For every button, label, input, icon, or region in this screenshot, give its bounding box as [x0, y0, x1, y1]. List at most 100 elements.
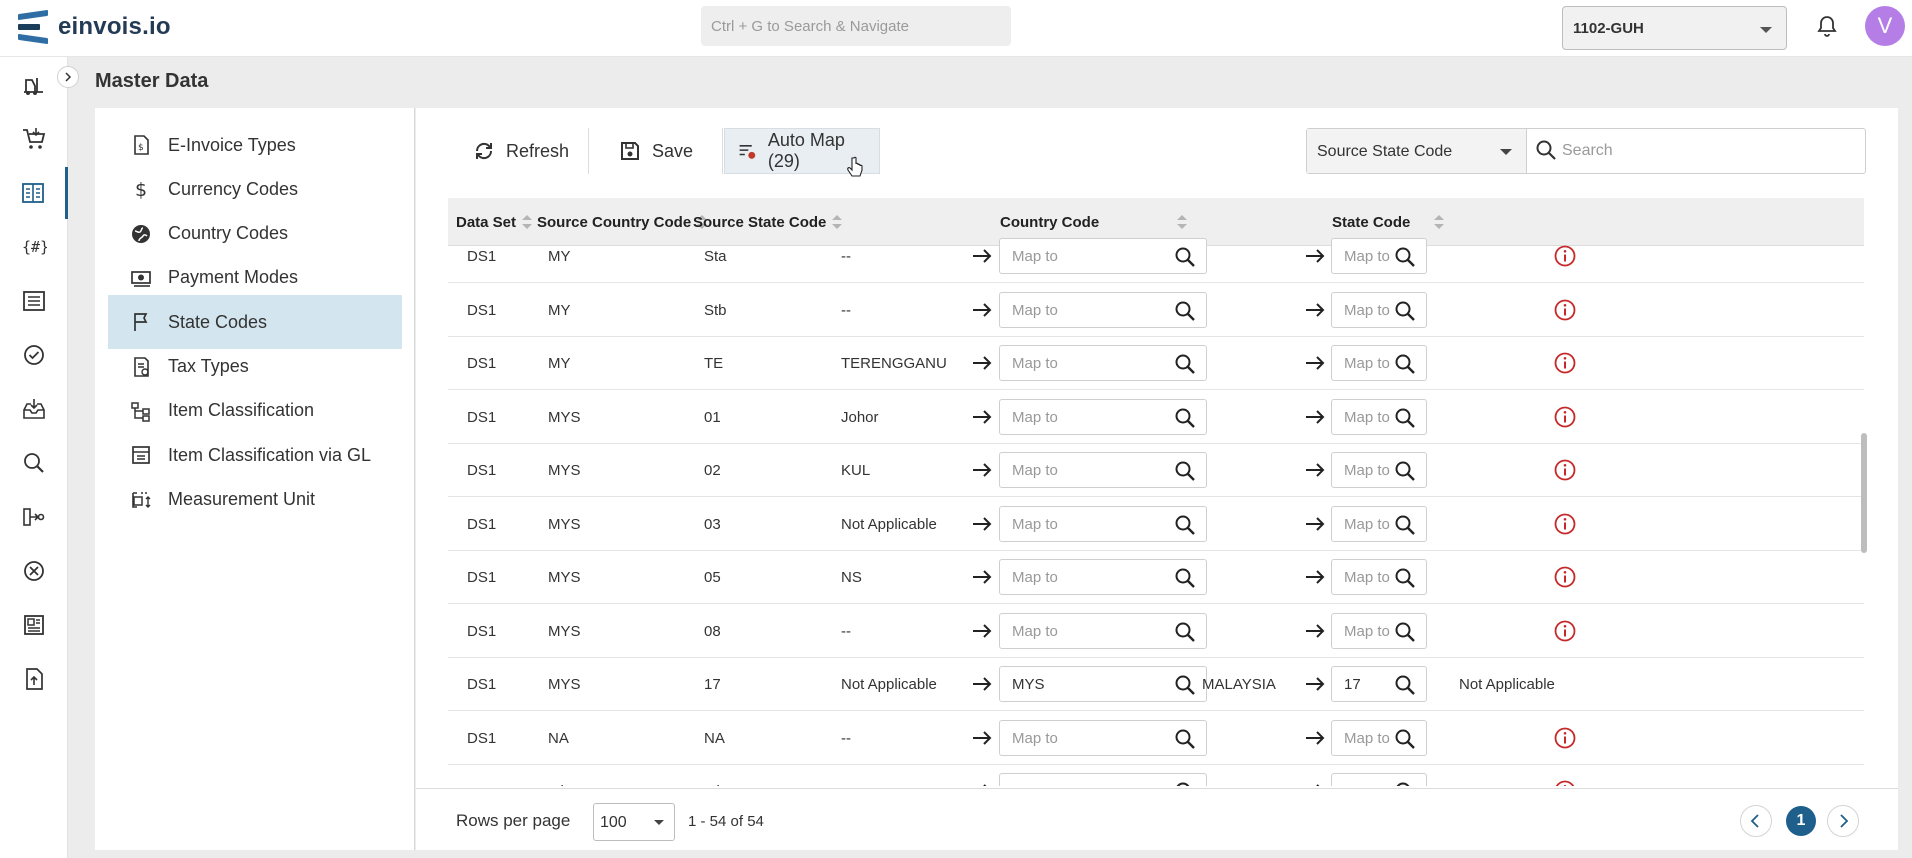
state-code-map-input[interactable]: Map to [1331, 398, 1427, 435]
state-code-map-input[interactable]: Map to [1331, 559, 1427, 595]
arrow-right-icon [1306, 516, 1325, 531]
filter-field-select[interactable]: Source State Code [1307, 129, 1527, 173]
state-code-map-input[interactable]: Map to [1331, 719, 1427, 756]
table-row[interactable]: DS1 sri sri -- Map to Map to [448, 765, 1864, 786]
sort-icon[interactable] [1434, 215, 1444, 229]
table-row[interactable]: DS1 MYS 02 KUL Map to Map to [448, 444, 1864, 497]
rail-inbox[interactable] [0, 383, 68, 435]
refresh-button[interactable]: Refresh [460, 128, 581, 174]
column-header-label: Source Country Code [537, 213, 692, 231]
info-warning-icon[interactable] [1553, 458, 1577, 482]
state-code-map-input[interactable]: 17 [1331, 666, 1427, 702]
arrow-right-icon [1316, 784, 1320, 786]
user-avatar[interactable]: V [1865, 6, 1905, 46]
state-code-map-input[interactable]: Map to [1331, 505, 1427, 542]
organization-select[interactable]: 1102-GUH [1562, 6, 1787, 50]
rail-forklift[interactable] [0, 59, 68, 111]
nav-item-label: Measurement Unit [168, 488, 316, 509]
table-row[interactable]: DS1 MYS 03 Not Applicable Map to Map to [448, 498, 1864, 551]
rail-flow[interactable] [0, 491, 68, 543]
state-code-map-input[interactable]: Map to [1331, 452, 1427, 488]
table-scrollbar[interactable] [1861, 433, 1867, 553]
info-warning-icon[interactable] [1553, 405, 1577, 429]
country-code-map-input[interactable]: Map to [999, 452, 1207, 488]
state-code-map-value: Map to [1344, 408, 1390, 426]
info-warning-icon[interactable] [1553, 619, 1577, 643]
rail-cart[interactable] [0, 113, 68, 165]
country-code-map-input[interactable]: Map to [999, 773, 1207, 786]
rail-dashboard[interactable] [0, 599, 68, 651]
country-code-map-input[interactable]: Map to [999, 559, 1207, 595]
info-warning-icon[interactable] [1553, 565, 1577, 589]
arrow-right-icon [1306, 249, 1325, 263]
country-code-map-input[interactable]: Map to [999, 345, 1207, 381]
info-warning-icon[interactable] [1553, 512, 1577, 536]
state-code-map-input[interactable]: Map to [1331, 612, 1427, 649]
rail-list[interactable] [0, 275, 68, 327]
table-row[interactable]: DS1 MY Sta -- Map to Map to [448, 230, 1864, 283]
state-code-map-value: Map to [1344, 355, 1390, 372]
rows-per-page-select[interactable]: 100 [593, 803, 675, 841]
info-warning-icon[interactable] [1553, 726, 1577, 750]
table-row[interactable]: DS1 MYS 05 NS Map to Map to [448, 551, 1864, 604]
info-warning-icon[interactable] [1553, 244, 1577, 268]
country-code-map-input[interactable]: Map to [999, 612, 1207, 649]
page-number-current[interactable]: 1 [1786, 806, 1816, 836]
arrow-right-icon [1306, 623, 1325, 638]
arrow-right-icon [1306, 302, 1325, 317]
info-warning-icon[interactable] [1553, 298, 1577, 322]
save-button[interactable]: Save [606, 128, 705, 174]
country-code-map-value: Map to [1012, 729, 1058, 747]
nav-item-measurement-unit[interactable]: Measurement Unit [108, 472, 402, 526]
search-input[interactable]: Search [1562, 142, 1613, 160]
table-row[interactable]: DS1 MYS 08 -- Map to Map to [448, 605, 1864, 658]
rail-upload[interactable] [0, 653, 68, 705]
state-code-map-input[interactable]: Map to [1331, 345, 1427, 381]
arrow-right-icon [973, 677, 992, 691]
table-row[interactable]: DS1 NA NA -- Map to Map to [448, 712, 1864, 765]
info-warning-icon[interactable] [1553, 351, 1577, 375]
bell-icon[interactable] [1815, 13, 1839, 39]
cell-source-country-code: MYS [548, 408, 581, 426]
cell-data-set: DS1 [467, 408, 497, 426]
country-code-map-input[interactable]: Map to [999, 719, 1207, 756]
state-code-map-input[interactable]: Map to [1331, 238, 1427, 274]
cell-source-country-code: NA [548, 729, 569, 747]
country-code-map-input[interactable]: Map to [999, 505, 1207, 542]
app-logo[interactable]: einvois.io [18, 9, 171, 45]
sort-icon[interactable] [1177, 215, 1187, 229]
nav-item-label: Country Codes [168, 223, 289, 244]
next-page-button[interactable] [1827, 805, 1859, 837]
cell-data-set: DS1 [467, 301, 497, 319]
rail-inspect[interactable] [0, 437, 68, 489]
rail-master-data[interactable] [0, 167, 68, 219]
country-code-map-input[interactable]: Map to [999, 398, 1207, 435]
search-icon [1175, 675, 1195, 695]
state-code-map-input[interactable]: Map to [1331, 773, 1427, 786]
country-code-map-value: Map to [1012, 408, 1058, 426]
pagination-range: 1 - 54 of 54 [688, 813, 764, 830]
search-icon [1396, 782, 1410, 786]
info-warning-icon[interactable] [1553, 779, 1577, 786]
state-code-map-value: Map to [1344, 301, 1390, 319]
expand-sidebar-button[interactable] [57, 66, 79, 88]
sort-icon [522, 215, 533, 229]
table-row[interactable]: DS1 MYS 01 Johor Map to Map to [448, 391, 1864, 444]
table-row[interactable]: DS1 MYS 17 Not Applicable MYS MALAYSIA 17 Not A… [448, 658, 1864, 711]
country-code-map-input[interactable]: Map to [999, 291, 1207, 328]
country-code-map-input[interactable]: MYS [999, 666, 1207, 702]
state-code-map-input[interactable]: Map to [1331, 291, 1427, 328]
cell-source-state-code: 17 [704, 676, 721, 693]
previous-page-button[interactable] [1740, 805, 1772, 837]
country-code-map-input[interactable]: Map to [999, 238, 1207, 274]
arrow-right-icon [1306, 570, 1325, 584]
master-data-nav: $ E-Invoice Types $ Currency Codes Country C… [95, 108, 415, 850]
table-row[interactable]: DS1 MY Stb -- Map to Map to [448, 284, 1864, 337]
cell-source-country-code: MY [548, 355, 571, 372]
table-row[interactable]: DS1 MY TE TERENGGANU Map to Map to [448, 337, 1864, 390]
nav-item-label: E-Invoice Types [168, 134, 296, 155]
rail-approve[interactable] [0, 329, 68, 381]
rail-cancel[interactable] [0, 545, 68, 597]
global-search-input[interactable]: Ctrl + G to Search & Navigate [701, 6, 1011, 46]
rail-codes[interactable]: {#} [0, 221, 68, 273]
